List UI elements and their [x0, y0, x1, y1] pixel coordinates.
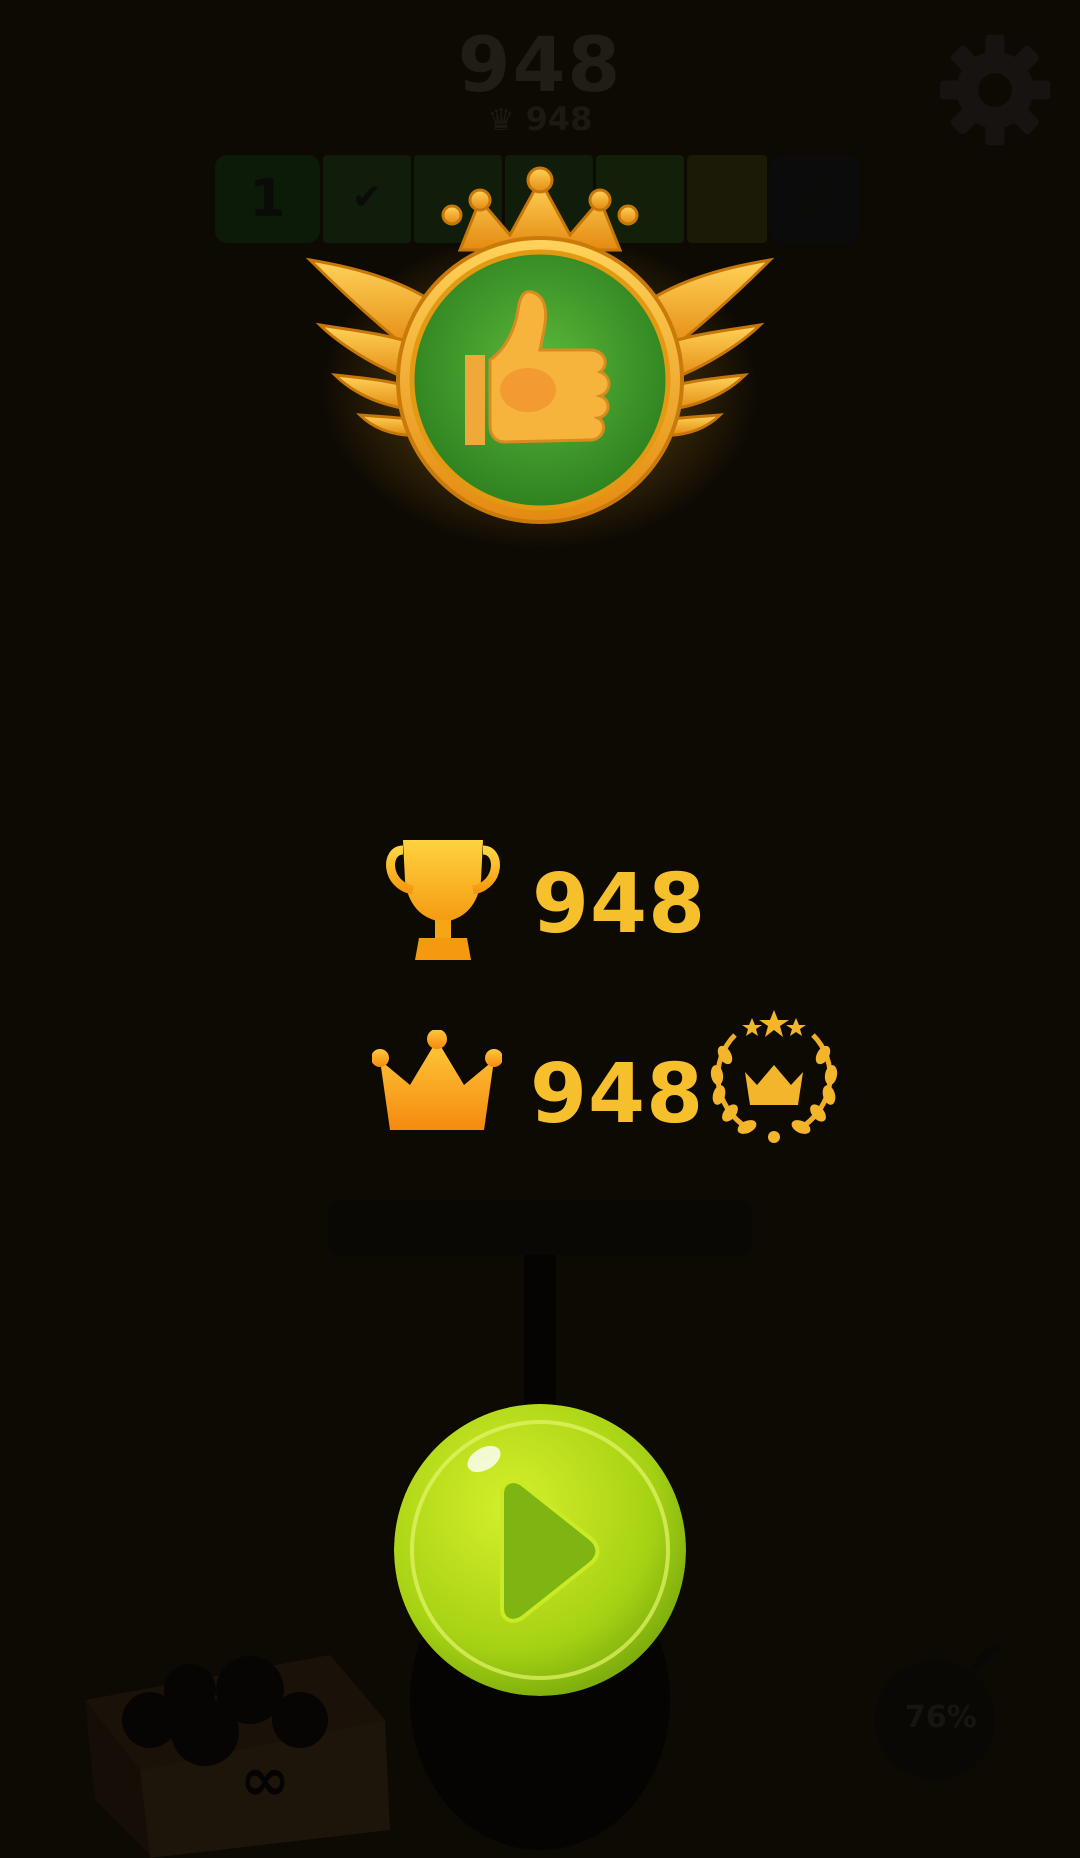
- stand-pole: [524, 1255, 556, 1415]
- bomb-progress: 76%: [905, 1700, 977, 1735]
- ball-box-icon: [85, 1655, 390, 1858]
- current-score: 948: [457, 20, 623, 109]
- ball-box-infinity: ∞: [240, 1745, 290, 1815]
- crown-icon: [372, 1030, 502, 1130]
- best-score-label: ♛ 948: [0, 100, 1080, 138]
- laurel-crown-icon: [710, 1010, 838, 1143]
- gear-icon[interactable]: [935, 30, 1055, 150]
- thumbs-up-winged-badge-icon: [305, 166, 775, 550]
- best-value: 948: [530, 1047, 705, 1142]
- level-next-box: 2: [770, 155, 860, 243]
- level-next-number: 2: [796, 169, 834, 229]
- crown-icon: ♛: [487, 103, 515, 138]
- trophy-icon: [386, 840, 500, 960]
- best-score-value: 948: [525, 100, 593, 138]
- stand-top: [328, 1200, 752, 1255]
- play-button[interactable]: [394, 1404, 686, 1696]
- score-value: 948: [532, 857, 707, 952]
